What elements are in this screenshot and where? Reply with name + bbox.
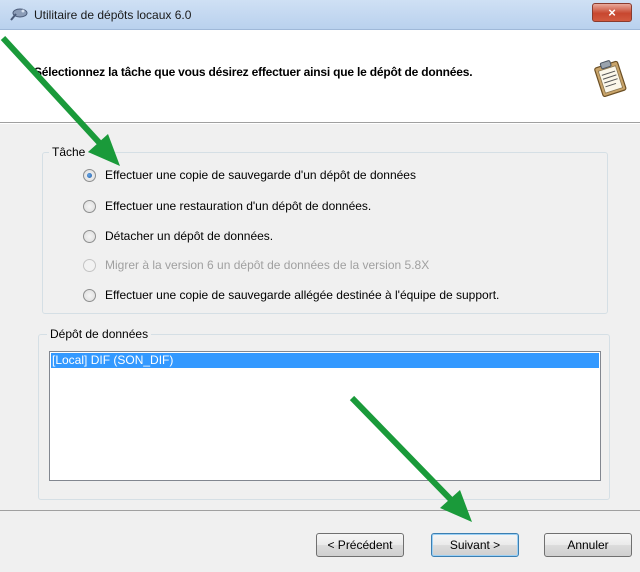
previous-button[interactable]: < Précédent	[316, 533, 404, 557]
radio-button[interactable]	[83, 168, 96, 182]
clipboard-icon	[594, 60, 627, 98]
satellite-dish-icon	[10, 8, 28, 21]
close-button[interactable]: ×	[592, 3, 632, 22]
instruction-text: Sélectionnez la tâche que vous désirez e…	[34, 65, 473, 79]
task-group: Tâche Effectuer une copie de sauvegarde …	[42, 145, 608, 314]
task-option-migrate: Migrer à la version 6 un dépôt de donnée…	[83, 257, 429, 273]
content-area: Tâche Effectuer une copie de sauvegarde …	[0, 124, 640, 510]
task-option-backup[interactable]: Effectuer une copie de sauvegarde d'un d…	[83, 167, 416, 183]
radio-button	[83, 258, 96, 272]
task-option-detach[interactable]: Détacher un dépôt de données.	[83, 228, 273, 244]
radio-button[interactable]	[83, 288, 96, 302]
cancel-button[interactable]: Annuler	[544, 533, 632, 557]
title-bar[interactable]: Utilitaire de dépôts locaux 6.0 ×	[0, 0, 640, 30]
data-store-legend: Dépôt de données	[47, 327, 152, 341]
data-store-group: Dépôt de données [Local] DIF (SON_DIF)	[38, 327, 610, 500]
header-banner: Sélectionnez la tâche que vous désirez e…	[0, 30, 640, 123]
data-store-listbox[interactable]: [Local] DIF (SON_DIF)	[49, 351, 601, 481]
next-button[interactable]: Suivant >	[431, 533, 519, 557]
task-option-restore[interactable]: Effectuer une restauration d'un dépôt de…	[83, 198, 371, 214]
task-option-label: Effectuer une restauration d'un dépôt de…	[105, 199, 372, 213]
task-group-legend: Tâche	[49, 145, 89, 159]
button-bar: < Précédent Suivant > Annuler	[0, 510, 640, 572]
task-option-label: Effectuer une copie de sauvegarde allégé…	[105, 288, 500, 302]
task-option-label: Effectuer une copie de sauvegarde d'un d…	[105, 168, 416, 182]
window-title: Utilitaire de dépôts locaux 6.0	[34, 8, 192, 22]
dialog-window: Utilitaire de dépôts locaux 6.0 × Sélect…	[0, 0, 640, 572]
radio-button[interactable]	[83, 199, 96, 213]
list-item[interactable]: [Local] DIF (SON_DIF)	[51, 353, 599, 368]
task-option-label: Migrer à la version 6 un dépôt de donnée…	[105, 258, 430, 272]
task-option-light-backup[interactable]: Effectuer une copie de sauvegarde allégé…	[83, 287, 499, 303]
radio-button[interactable]	[83, 229, 96, 243]
task-option-label: Détacher un dépôt de données.	[105, 229, 274, 243]
